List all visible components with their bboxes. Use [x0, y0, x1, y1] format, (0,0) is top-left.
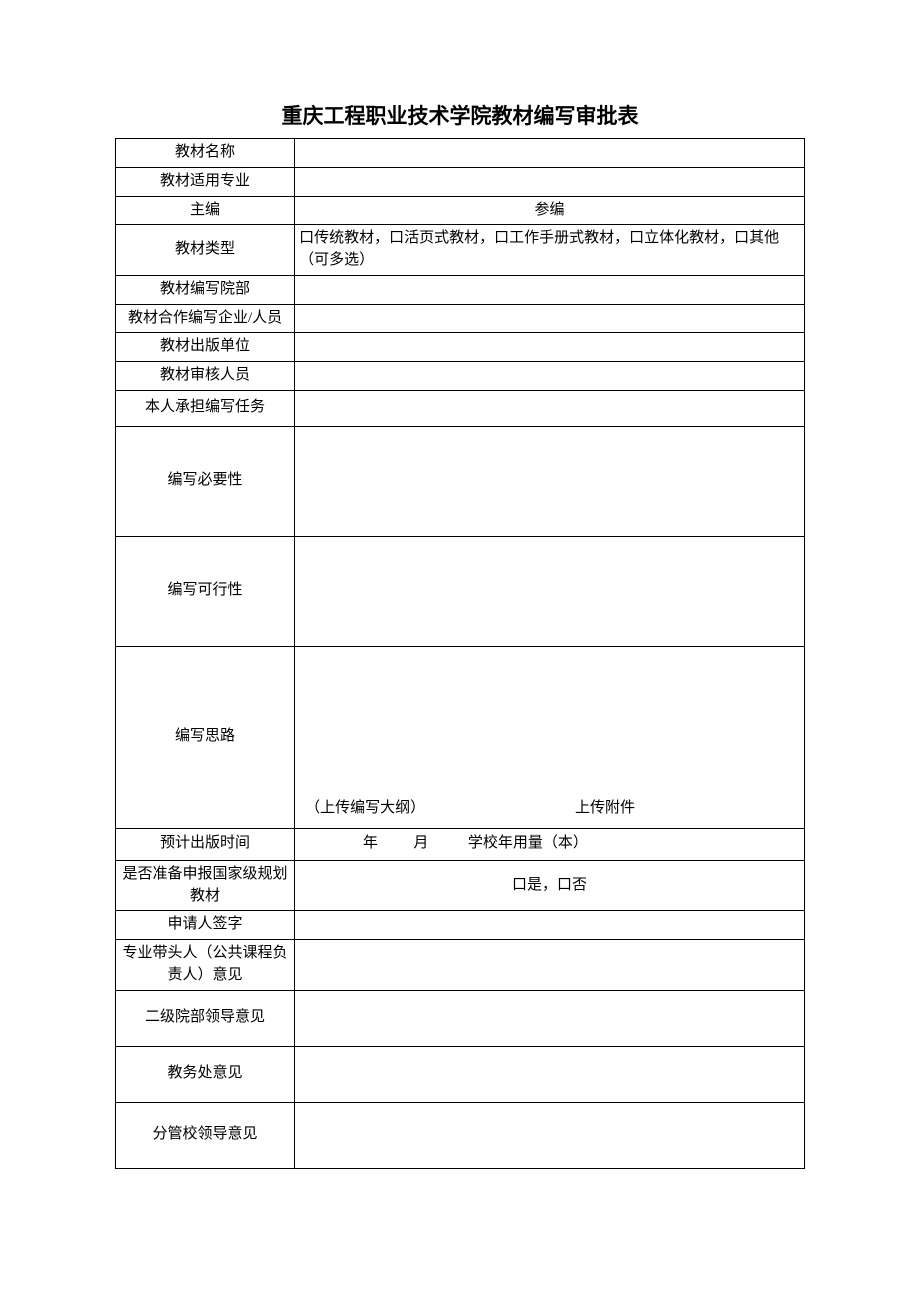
label-leader-opinion: 专业带头人（公共课程负责人）意见 — [116, 940, 295, 991]
approval-form-table: 教材名称 教材适用专业 主编 参编 教材类型 口传统教材，口活页式教材，口工作手… — [115, 138, 805, 1169]
month-label: 月 — [413, 835, 428, 851]
label-national-plan: 是否准备申报国家级规划教材 — [116, 860, 295, 911]
field-partner[interactable] — [295, 304, 805, 333]
label-pubtime: 预计出版时间 — [116, 828, 295, 860]
label-textbook-name: 教材名称 — [116, 139, 295, 168]
label-idea: 编写思路 — [116, 646, 295, 828]
label-dept: 教材编写院部 — [116, 275, 295, 304]
upload-outline-label: （上传编写大纲） — [305, 798, 425, 820]
label-partner: 教材合作编写企业/人员 — [116, 304, 295, 333]
label-school-leader: 分管校领导意见 — [116, 1102, 295, 1168]
label-academic-office: 教务处意见 — [116, 1046, 295, 1102]
field-textbook-name[interactable] — [295, 139, 805, 168]
field-dept[interactable] — [295, 275, 805, 304]
label-feasibility: 编写可行性 — [116, 536, 295, 646]
field-publisher[interactable] — [295, 333, 805, 362]
label-chief-editor: 主编 — [116, 196, 295, 225]
document-page: 重庆工程职业技术学院教材编写审批表 教材名称 教材适用专业 主编 参编 教材类型… — [0, 0, 920, 1301]
label-co-editor: 参编 — [295, 196, 805, 225]
label-publisher: 教材出版单位 — [116, 333, 295, 362]
field-feasibility[interactable] — [295, 536, 805, 646]
field-type-options[interactable]: 口传统教材，口活页式教材，口工作手册式教材，口立体化教材，口其他（可多选） — [295, 225, 805, 276]
field-task[interactable] — [295, 390, 805, 426]
field-necessity[interactable] — [295, 426, 805, 536]
field-national-plan[interactable]: 口是，口否 — [295, 860, 805, 911]
field-reviewer[interactable] — [295, 362, 805, 391]
field-school-leader[interactable] — [295, 1102, 805, 1168]
field-signature[interactable] — [295, 911, 805, 940]
label-necessity: 编写必要性 — [116, 426, 295, 536]
field-academic-office[interactable] — [295, 1046, 805, 1102]
outline-row: （上传编写大纲） 上传附件 — [295, 796, 805, 828]
field-dept-leader[interactable] — [295, 990, 805, 1046]
form-title: 重庆工程职业技术学院教材编写审批表 — [115, 100, 805, 130]
label-major: 教材适用专业 — [116, 167, 295, 196]
label-task: 本人承担编写任务 — [116, 390, 295, 426]
year-label: 年 — [363, 835, 378, 851]
label-reviewer: 教材审核人员 — [116, 362, 295, 391]
field-pubtime[interactable]: 年 月 学校年用量（本） — [295, 828, 805, 860]
field-major[interactable] — [295, 167, 805, 196]
upload-attachment-label[interactable]: 上传附件 — [575, 798, 635, 820]
field-leader-opinion[interactable] — [295, 940, 805, 991]
annual-usage-label: 学校年用量（本） — [468, 835, 588, 851]
label-type: 教材类型 — [116, 225, 295, 276]
label-signature: 申请人签字 — [116, 911, 295, 940]
label-dept-leader: 二级院部领导意见 — [116, 990, 295, 1046]
field-idea[interactable] — [295, 646, 805, 796]
